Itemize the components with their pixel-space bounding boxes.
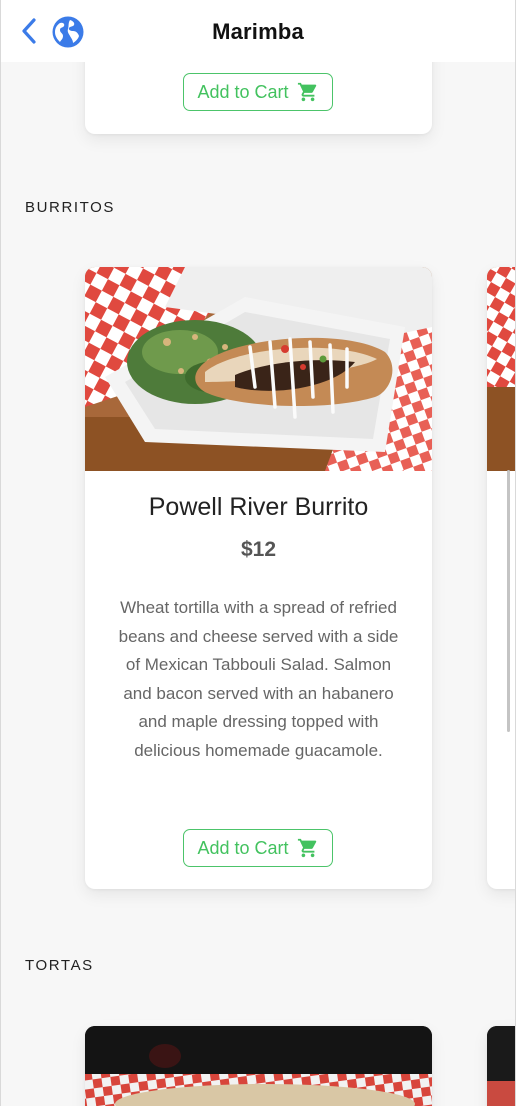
language-button[interactable] bbox=[51, 15, 85, 49]
page-title: Marimba bbox=[212, 19, 304, 44]
section-heading-tortas: TORTAS bbox=[25, 957, 94, 974]
shopping-cart-icon bbox=[297, 838, 316, 858]
shopping-cart-icon bbox=[297, 82, 316, 102]
scrollbar-thumb[interactable] bbox=[507, 470, 510, 732]
food-photo bbox=[487, 1026, 515, 1106]
food-photo bbox=[85, 1026, 432, 1106]
app-frame: Marimba Add to Cart BURRITOS Powell Rive… bbox=[0, 0, 516, 1106]
item-name: Powell River Burrito bbox=[148, 493, 369, 521]
food-photo bbox=[85, 267, 432, 471]
menu-item-card[interactable] bbox=[85, 1026, 432, 1106]
add-to-cart-button[interactable]: Add to Cart bbox=[183, 829, 333, 867]
globe-icon bbox=[52, 16, 84, 48]
chevron-left-icon bbox=[22, 18, 36, 44]
food-photo bbox=[487, 267, 515, 471]
back-button[interactable] bbox=[15, 14, 43, 48]
add-to-cart-button[interactable]: Add to Cart bbox=[183, 73, 333, 111]
header-bar: Marimba bbox=[1, 0, 515, 62]
add-to-cart-label: Add to Cart bbox=[197, 837, 289, 858]
next-menu-item-card[interactable] bbox=[487, 1026, 515, 1106]
add-to-cart-label: Add to Cart bbox=[197, 81, 289, 102]
item-price: $12 bbox=[240, 538, 277, 561]
menu-item-card[interactable]: Powell River Burrito $12 Wheat tortilla … bbox=[85, 267, 432, 889]
item-description: Wheat tortilla with a spread of refried … bbox=[118, 598, 399, 760]
section-heading-burritos: BURRITOS bbox=[25, 199, 116, 216]
next-menu-item-card[interactable] bbox=[487, 267, 515, 889]
